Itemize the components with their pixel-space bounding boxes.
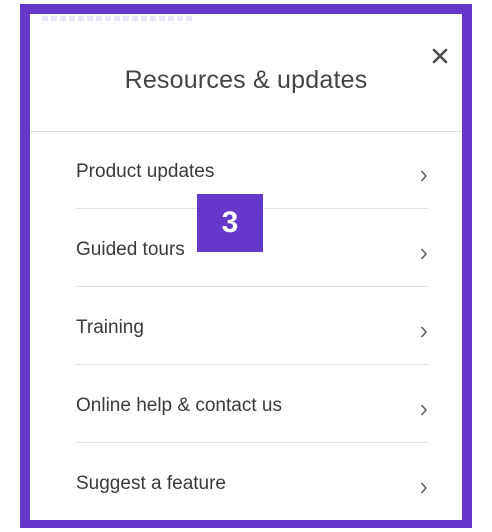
menu-item-online-help[interactable]: Online help & contact us xyxy=(76,365,428,443)
menu-item-label: Product updates xyxy=(76,161,215,182)
menu-item-training[interactable]: Training xyxy=(76,287,428,365)
menu-item-label: Suggest a feature xyxy=(76,473,226,494)
highlight-frame: Resources & updates Product updates Guid… xyxy=(20,4,472,528)
menu-item-label: Online help & contact us xyxy=(76,395,282,416)
menu-item-label: Guided tours xyxy=(76,239,185,260)
chevron-right-icon xyxy=(420,247,428,261)
chevron-right-icon xyxy=(420,481,428,495)
step-number-badge: 3 xyxy=(197,194,263,252)
menu-item-label: Training xyxy=(76,317,144,338)
close-icon xyxy=(432,48,448,64)
close-button[interactable] xyxy=(428,44,452,68)
panel-header: Resources & updates xyxy=(30,14,462,132)
panel-title: Resources & updates xyxy=(124,66,368,94)
resources-menu: Product updates Guided tours Training On… xyxy=(76,131,428,520)
chevron-right-icon xyxy=(420,403,428,417)
screenshot-page: Resources & updates Product updates Guid… xyxy=(0,0,492,532)
chevron-right-icon xyxy=(420,169,428,183)
chevron-right-icon xyxy=(420,325,428,339)
menu-item-suggest-feature[interactable]: Suggest a feature xyxy=(76,443,428,520)
